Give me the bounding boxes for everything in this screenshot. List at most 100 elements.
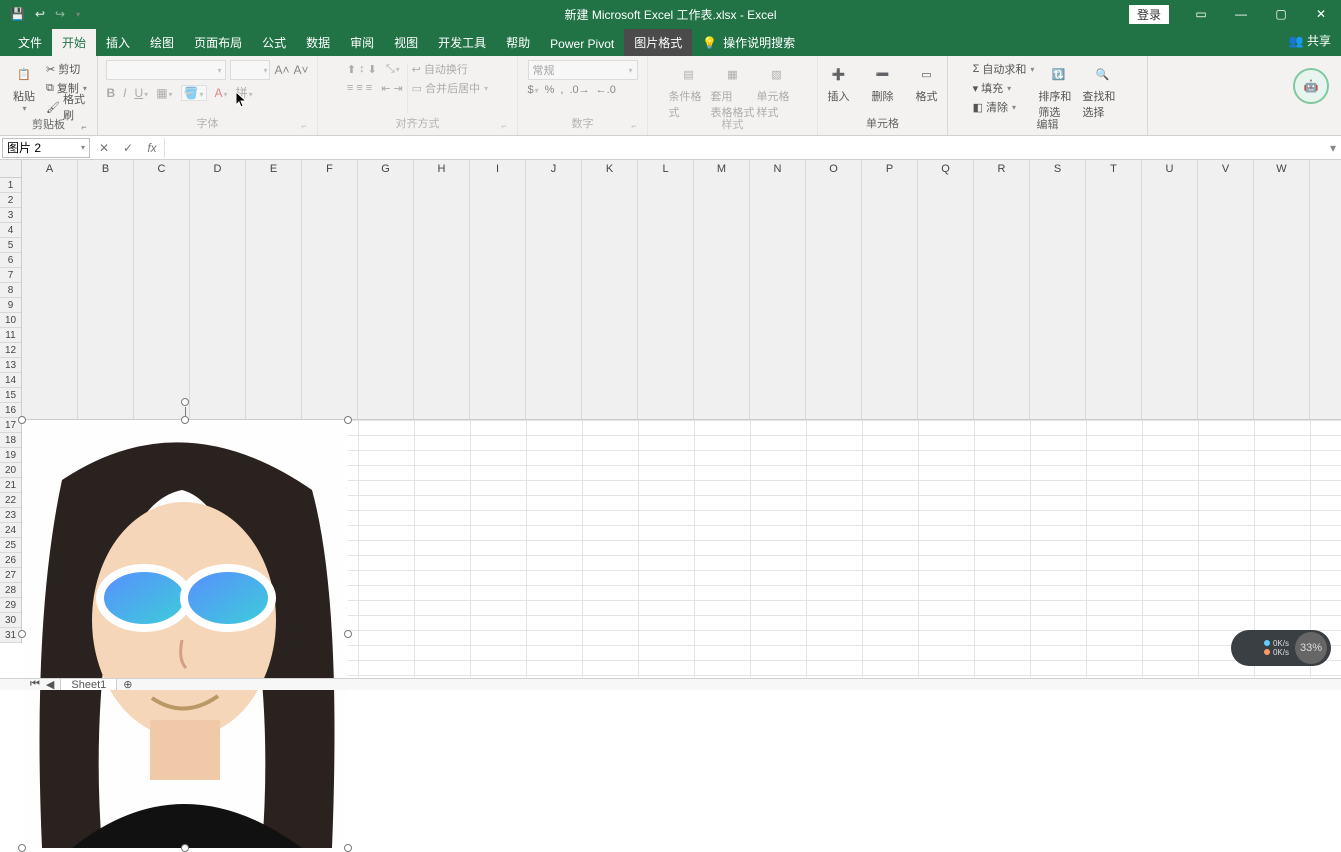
resize-handle-br[interactable] [344, 844, 352, 852]
column-header[interactable]: M [694, 160, 750, 419]
row-header[interactable]: 16 [0, 403, 21, 418]
inserted-picture[interactable] [22, 420, 348, 848]
fx-icon[interactable]: fx [140, 141, 164, 155]
save-icon[interactable]: 💾 [10, 7, 25, 21]
increase-decimal-icon[interactable]: .0→ [569, 84, 589, 96]
row-header[interactable]: 15 [0, 388, 21, 403]
tab-pagelayout[interactable]: 页面布局 [184, 29, 252, 56]
decrease-decimal-icon[interactable]: ←.0 [596, 84, 616, 96]
row-header[interactable]: 19 [0, 448, 21, 463]
tab-help[interactable]: 帮助 [496, 29, 540, 56]
row-header[interactable]: 20 [0, 463, 21, 478]
column-header[interactable]: D [190, 160, 246, 419]
sheet-tab[interactable]: Sheet1 [60, 678, 117, 690]
clear-button[interactable]: ◧清除▾ [973, 98, 1035, 116]
row-header[interactable]: 13 [0, 358, 21, 373]
font-size-combo[interactable]: ▾ [230, 60, 270, 80]
row-header[interactable]: 14 [0, 373, 21, 388]
resize-handle-t[interactable] [181, 416, 189, 424]
row-header[interactable]: 18 [0, 433, 21, 448]
fill-color-button[interactable]: 🪣▾ [181, 85, 207, 101]
cancel-formula-icon[interactable]: ✕ [92, 141, 116, 155]
find-select-button[interactable]: 🔍查找和选择 [1082, 60, 1122, 120]
resize-handle-tl[interactable] [18, 416, 26, 424]
column-header[interactable]: C [134, 160, 190, 419]
minimize-icon[interactable]: — [1221, 0, 1261, 28]
align-right-icon[interactable]: ≡ [366, 82, 372, 94]
row-header[interactable]: 27 [0, 568, 21, 583]
insert-cells-button[interactable]: ➕插入 [819, 60, 859, 104]
row-header[interactable]: 11 [0, 328, 21, 343]
format-cells-button[interactable]: ▭格式 [907, 60, 947, 104]
column-header[interactable]: I [470, 160, 526, 419]
login-button[interactable]: 登录 [1129, 5, 1169, 24]
new-sheet-icon[interactable]: ⊕ [123, 678, 132, 690]
name-box[interactable]: 图片 2▾ [2, 138, 90, 158]
ribbon-display-icon[interactable]: ▭ [1181, 0, 1221, 28]
undo-icon[interactable]: ↩ [35, 7, 45, 21]
rotate-handle[interactable] [181, 398, 189, 406]
row-header[interactable]: 24 [0, 523, 21, 538]
column-header[interactable]: A [22, 160, 78, 419]
resize-handle-l[interactable] [18, 630, 26, 638]
font-color-button[interactable]: A▾ [215, 86, 228, 100]
paste-button[interactable]: 📋 粘贴 ▾ [6, 60, 42, 113]
bold-button[interactable]: B [106, 86, 115, 100]
cut-button[interactable]: ✂剪切 [46, 60, 91, 78]
tab-home[interactable]: 开始 [52, 29, 96, 56]
tell-me-search[interactable]: 💡 操作说明搜索 [692, 29, 805, 56]
row-header[interactable]: 22 [0, 493, 21, 508]
row-header[interactable]: 5 [0, 238, 21, 253]
row-header[interactable]: 21 [0, 478, 21, 493]
column-header[interactable]: F [302, 160, 358, 419]
tab-review[interactable]: 审阅 [340, 29, 384, 56]
sheet-nav-first-icon[interactable]: ⏮ [30, 678, 40, 690]
row-header[interactable]: 23 [0, 508, 21, 523]
column-header[interactable]: K [582, 160, 638, 419]
column-header[interactable]: H [414, 160, 470, 419]
number-launcher-icon[interactable]: ⌐ [629, 121, 639, 131]
row-header[interactable]: 9 [0, 298, 21, 313]
row-header[interactable]: 6 [0, 253, 21, 268]
column-header[interactable]: W [1254, 160, 1310, 419]
resize-handle-bl[interactable] [18, 844, 26, 852]
assistant-avatar[interactable]: 🤖 [1293, 68, 1329, 104]
increase-indent-icon[interactable]: ⇥ [393, 82, 402, 95]
increase-font-icon[interactable]: A˄ [274, 63, 289, 77]
performance-widget[interactable]: 0K/s 0K/s 33% [1231, 630, 1331, 666]
tab-draw[interactable]: 绘图 [140, 29, 184, 56]
tab-view[interactable]: 视图 [384, 29, 428, 56]
sort-filter-button[interactable]: 🔃排序和筛选 [1038, 60, 1078, 120]
table-format-button[interactable]: ▦套用 表格格式 [713, 60, 753, 120]
row-header[interactable]: 4 [0, 223, 21, 238]
fill-button[interactable]: ▾填充▾ [973, 79, 1035, 97]
border-button[interactable]: ▦▾ [156, 86, 172, 100]
column-header[interactable]: G [358, 160, 414, 419]
select-all-corner[interactable] [0, 160, 22, 178]
sheet-nav-prev-icon[interactable]: ◀ [46, 678, 54, 690]
column-headers[interactable]: ABCDEFGHIJKLMNOPQRSTUVW [22, 160, 1341, 420]
row-header[interactable]: 3 [0, 208, 21, 223]
tab-insert[interactable]: 插入 [96, 29, 140, 56]
column-header[interactable]: N [750, 160, 806, 419]
row-header[interactable]: 26 [0, 553, 21, 568]
tab-data[interactable]: 数据 [296, 29, 340, 56]
row-header[interactable]: 25 [0, 538, 21, 553]
underline-button[interactable]: U▾ [135, 86, 149, 100]
row-header[interactable]: 7 [0, 268, 21, 283]
column-header[interactable]: P [862, 160, 918, 419]
decrease-indent-icon[interactable]: ⇤ [381, 82, 390, 95]
align-left-icon[interactable]: ≡ [347, 82, 353, 94]
merge-center-button[interactable]: ▭合并后居中▾ [412, 79, 488, 97]
column-header[interactable]: O [806, 160, 862, 419]
row-header[interactable]: 12 [0, 343, 21, 358]
align-launcher-icon[interactable]: ⌐ [499, 121, 509, 131]
column-header[interactable]: S [1030, 160, 1086, 419]
enter-formula-icon[interactable]: ✓ [116, 141, 140, 155]
tab-formulas[interactable]: 公式 [252, 29, 296, 56]
resize-handle-b[interactable] [181, 844, 189, 852]
resize-handle-r[interactable] [344, 630, 352, 638]
font-name-combo[interactable]: ▾ [106, 60, 226, 80]
formula-input[interactable] [164, 138, 1325, 158]
row-header[interactable]: 10 [0, 313, 21, 328]
